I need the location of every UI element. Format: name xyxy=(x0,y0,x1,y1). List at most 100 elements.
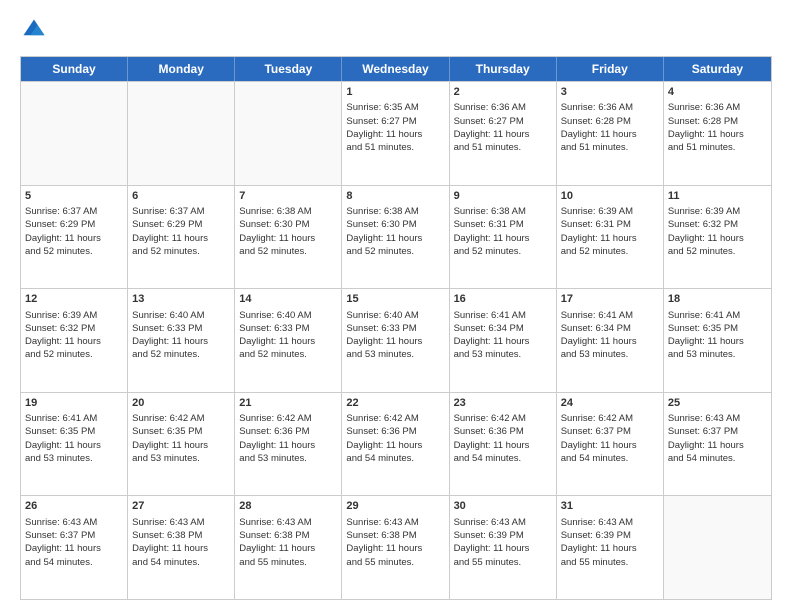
day-number: 14 xyxy=(239,292,337,307)
day-info-line: Daylight: 11 hours xyxy=(668,440,744,451)
day-info-line: and 54 minutes. xyxy=(668,453,736,464)
day-cell-15: 15Sunrise: 6:40 AMSunset: 6:33 PMDayligh… xyxy=(342,289,449,392)
day-info-line: Daylight: 11 hours xyxy=(25,233,101,244)
day-info-line: Daylight: 11 hours xyxy=(239,336,315,347)
day-info-line: Daylight: 11 hours xyxy=(561,440,637,451)
day-info-line: Daylight: 11 hours xyxy=(454,543,530,554)
day-info-line: Sunset: 6:29 PM xyxy=(25,219,95,230)
logo-icon xyxy=(20,16,48,44)
day-info-line: and 53 minutes. xyxy=(239,453,307,464)
day-info-line: and 51 minutes. xyxy=(668,142,736,153)
day-info-line: and 51 minutes. xyxy=(561,142,629,153)
day-info-line: Sunset: 6:33 PM xyxy=(239,323,309,334)
day-number: 12 xyxy=(25,292,123,307)
day-info-line: Daylight: 11 hours xyxy=(346,233,422,244)
day-info-line: Sunset: 6:38 PM xyxy=(239,530,309,541)
empty-cell xyxy=(235,82,342,185)
day-info-line: Sunset: 6:36 PM xyxy=(454,426,524,437)
day-info-line: Sunset: 6:29 PM xyxy=(132,219,202,230)
day-info-line: and 55 minutes. xyxy=(561,557,629,568)
day-number: 22 xyxy=(346,396,444,411)
page: SundayMondayTuesdayWednesdayThursdayFrid… xyxy=(0,0,792,612)
day-info-line: Sunset: 6:33 PM xyxy=(132,323,202,334)
day-cell-29: 29Sunrise: 6:43 AMSunset: 6:38 PMDayligh… xyxy=(342,496,449,599)
day-info-line: Daylight: 11 hours xyxy=(561,543,637,554)
day-info-line: Sunrise: 6:40 AM xyxy=(132,310,204,321)
day-info-line: Sunrise: 6:43 AM xyxy=(346,517,418,528)
day-info-line: Daylight: 11 hours xyxy=(454,129,530,140)
day-info-line: Sunset: 6:35 PM xyxy=(132,426,202,437)
day-info-line: and 53 minutes. xyxy=(346,349,414,360)
header-cell-friday: Friday xyxy=(557,57,664,81)
calendar-body: 1Sunrise: 6:35 AMSunset: 6:27 PMDaylight… xyxy=(21,81,771,599)
day-number: 17 xyxy=(561,292,659,307)
day-info-line: and 52 minutes. xyxy=(239,246,307,257)
day-info-line: Sunset: 6:38 PM xyxy=(346,530,416,541)
day-number: 20 xyxy=(132,396,230,411)
header-cell-monday: Monday xyxy=(128,57,235,81)
day-info-line: Daylight: 11 hours xyxy=(25,440,101,451)
day-info-line: Sunrise: 6:43 AM xyxy=(239,517,311,528)
day-number: 11 xyxy=(668,189,767,204)
day-info-line: Sunset: 6:39 PM xyxy=(454,530,524,541)
day-info-line: and 52 minutes. xyxy=(239,349,307,360)
day-info-line: Sunrise: 6:43 AM xyxy=(25,517,97,528)
header-cell-sunday: Sunday xyxy=(21,57,128,81)
day-info-line: Sunrise: 6:36 AM xyxy=(668,102,740,113)
day-number: 9 xyxy=(454,189,552,204)
day-info-line: Sunset: 6:36 PM xyxy=(346,426,416,437)
day-info-line: Sunrise: 6:40 AM xyxy=(239,310,311,321)
header-cell-tuesday: Tuesday xyxy=(235,57,342,81)
day-cell-1: 1Sunrise: 6:35 AMSunset: 6:27 PMDaylight… xyxy=(342,82,449,185)
day-info-line: Daylight: 11 hours xyxy=(25,336,101,347)
day-info-line: Sunrise: 6:43 AM xyxy=(668,413,740,424)
day-info-line: Sunrise: 6:39 AM xyxy=(561,206,633,217)
day-info-line: and 53 minutes. xyxy=(561,349,629,360)
day-cell-9: 9Sunrise: 6:38 AMSunset: 6:31 PMDaylight… xyxy=(450,186,557,289)
day-info-line: Daylight: 11 hours xyxy=(454,233,530,244)
calendar-row-1: 5 Sunrise: 6:37 AM Sunset: 6:29 PM Daylight… xyxy=(21,185,771,289)
empty-cell xyxy=(128,82,235,185)
day-cell-30: 30Sunrise: 6:43 AMSunset: 6:39 PMDayligh… xyxy=(450,496,557,599)
day-info-line: and 54 minutes. xyxy=(346,453,414,464)
day-info-line: Sunset: 6:35 PM xyxy=(25,426,95,437)
day-info-line: and 55 minutes. xyxy=(454,557,522,568)
day-info-line: Daylight: 11 hours xyxy=(346,336,422,347)
day-info-line: and 52 minutes. xyxy=(346,246,414,257)
day-info-line: Sunrise: 6:42 AM xyxy=(561,413,633,424)
day-info-line: Daylight: 11 hours xyxy=(561,129,637,140)
day-info-line: Sunrise: 6:42 AM xyxy=(346,413,418,424)
day-cell-27: 27Sunrise: 6:43 AMSunset: 6:38 PMDayligh… xyxy=(128,496,235,599)
day-info-line: and 53 minutes. xyxy=(25,453,93,464)
day-info-line: and 54 minutes. xyxy=(454,453,522,464)
day-number: 21 xyxy=(239,396,337,411)
day-info-line: Sunrise: 6:37 AM xyxy=(25,206,97,217)
day-number: 26 xyxy=(25,499,123,514)
day-info-line: Sunset: 6:39 PM xyxy=(561,530,631,541)
day-number: 1 xyxy=(346,85,444,100)
day-info-line: Sunrise: 6:38 AM xyxy=(454,206,526,217)
day-cell-4: 4Sunrise: 6:36 AMSunset: 6:28 PMDaylight… xyxy=(664,82,771,185)
logo xyxy=(20,16,52,44)
day-info-line: Sunset: 6:30 PM xyxy=(346,219,416,230)
day-info-line: Sunset: 6:34 PM xyxy=(561,323,631,334)
day-info-line: Sunrise: 6:37 AM xyxy=(132,206,204,217)
day-info-line: Sunset: 6:37 PM xyxy=(25,530,95,541)
day-info-line: Sunset: 6:28 PM xyxy=(561,116,631,127)
day-info-line: and 54 minutes. xyxy=(25,557,93,568)
day-info-line: Sunset: 6:30 PM xyxy=(239,219,309,230)
day-info-line: Daylight: 11 hours xyxy=(346,543,422,554)
day-info-line: and 52 minutes. xyxy=(132,349,200,360)
day-number: 30 xyxy=(454,499,552,514)
calendar-header: SundayMondayTuesdayWednesdayThursdayFrid… xyxy=(21,57,771,81)
day-number: 13 xyxy=(132,292,230,307)
day-info-line: and 53 minutes. xyxy=(668,349,736,360)
header xyxy=(20,16,772,44)
day-info-line: and 52 minutes. xyxy=(454,246,522,257)
day-number: 5 xyxy=(25,189,123,204)
day-cell-12: 12Sunrise: 6:39 AMSunset: 6:32 PMDayligh… xyxy=(21,289,128,392)
day-info-line: Daylight: 11 hours xyxy=(132,336,208,347)
day-info-line: Daylight: 11 hours xyxy=(132,440,208,451)
day-number: 6 xyxy=(132,189,230,204)
day-info-line: Sunset: 6:32 PM xyxy=(25,323,95,334)
